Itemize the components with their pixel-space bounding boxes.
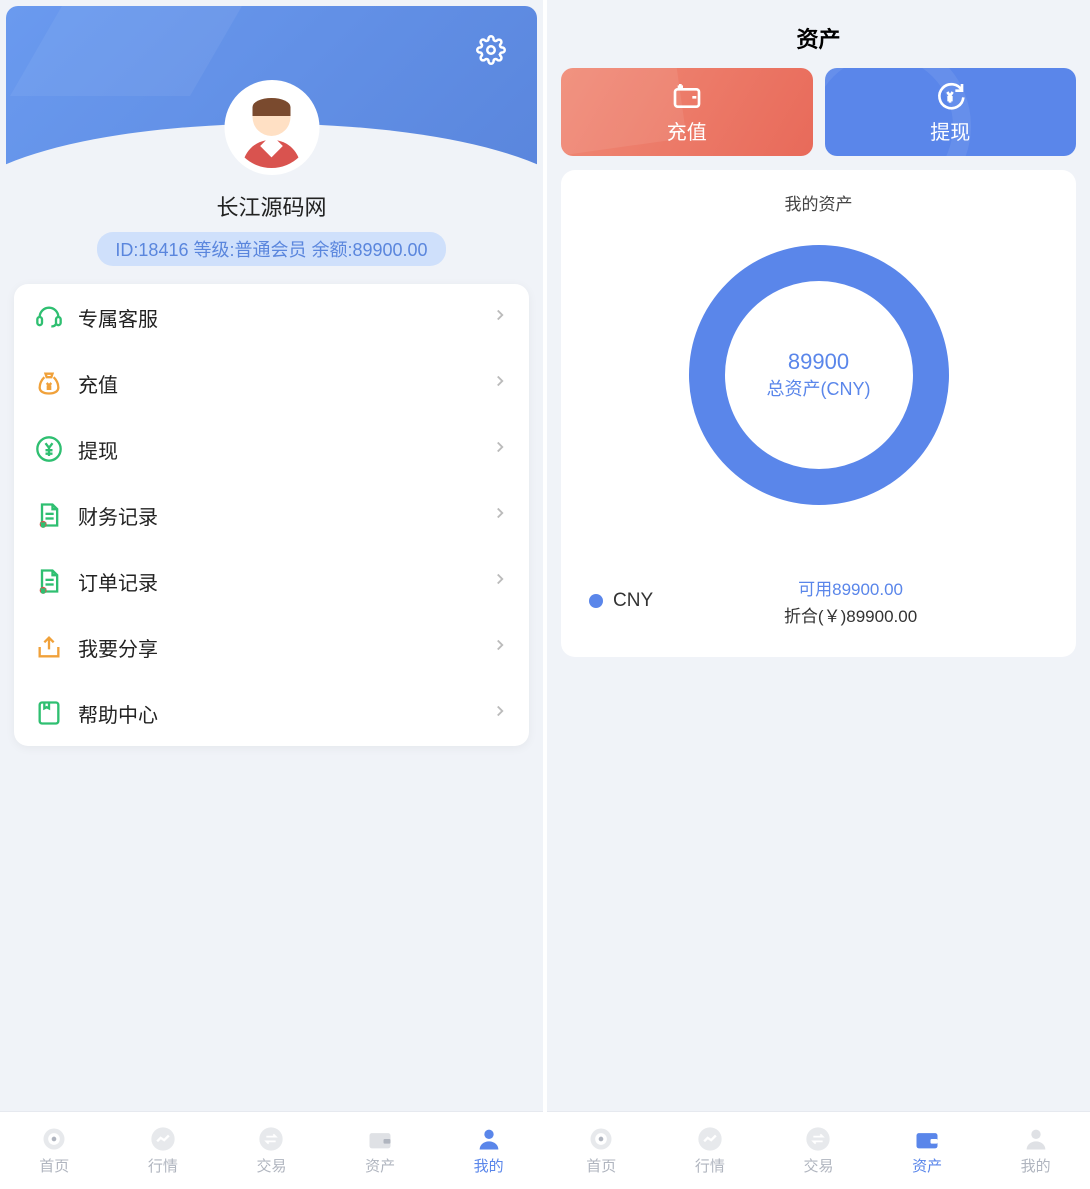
nav-trade[interactable]: 交易 (764, 1112, 873, 1189)
nav-label: 交易 (256, 1155, 286, 1176)
nav-assets[interactable]: 资产 (873, 1112, 982, 1189)
chevron-right-icon (491, 372, 509, 395)
menu-item-withdraw[interactable]: 提现 (34, 416, 509, 482)
menu-item-customer-service[interactable]: 专属客服 (34, 284, 509, 350)
bottom-nav-left: 首页 行情 交易 资产 我的 (0, 1111, 543, 1189)
chevron-right-icon (491, 504, 509, 527)
nav-label: 首页 (586, 1155, 616, 1176)
assets-title: 我的资产 (561, 190, 1076, 215)
menu-item-share[interactable]: 我要分享 (34, 614, 509, 680)
target-icon (40, 1125, 68, 1153)
menu-label: 专属客服 (78, 303, 491, 332)
wallet-icon (366, 1125, 394, 1153)
document-order-icon: ¥ (34, 566, 64, 596)
nav-label: 首页 (39, 1155, 69, 1176)
avatar[interactable] (224, 80, 319, 175)
legend-row[interactable]: CNY 可用89900.00 折合(￥)89900.00 (561, 565, 1076, 647)
menu-card: 专属客服 充值 提现 ¥ 财务记录 ¥ 订单记录 我要分享 (14, 284, 529, 746)
nav-label: 资产 (912, 1155, 942, 1176)
menu-item-finance-records[interactable]: ¥ 财务记录 (34, 482, 509, 548)
nav-trade[interactable]: 交易 (217, 1112, 326, 1189)
document-finance-icon: ¥ (34, 500, 64, 530)
button-label: 提现 (930, 116, 970, 145)
legend-currency: CNY (613, 590, 653, 612)
nav-assets[interactable]: 资产 (326, 1112, 435, 1189)
user-info-badge: ID:18416 等级:普通会员 余额:89900.00 (97, 232, 445, 266)
withdraw-button[interactable]: 提现 (825, 68, 1077, 156)
username: 长江源码网 (0, 190, 543, 222)
assets-donut-chart: 89900 总资产(CNY) (689, 245, 949, 505)
nav-profile[interactable]: 我的 (981, 1112, 1090, 1189)
headset-icon (34, 302, 64, 332)
wallet-plus-icon (671, 80, 703, 112)
person-icon (1022, 1125, 1050, 1153)
nav-label: 资产 (365, 1155, 395, 1176)
yen-refresh-icon (934, 80, 966, 112)
menu-label: 帮助中心 (78, 699, 491, 728)
legend-values: 可用89900.00 折合(￥)89900.00 (653, 575, 1048, 627)
chevron-right-icon (491, 570, 509, 593)
nav-label: 我的 (474, 1155, 504, 1176)
person-icon (475, 1125, 503, 1153)
profile-screen: 长江源码网 ID:18416 等级:普通会员 余额:89900.00 专属客服 … (0, 0, 543, 1189)
menu-label: 订单记录 (78, 567, 491, 596)
nav-profile[interactable]: 我的 (434, 1112, 543, 1189)
nav-home[interactable]: 首页 (547, 1112, 656, 1189)
trend-icon (696, 1125, 724, 1153)
assets-screen: 资产 充值 提现 我的资产 89900 总资产(CNY) CNY 可用89900… (547, 0, 1090, 1189)
book-icon (34, 698, 64, 728)
donut-center: 89900 总资产(CNY) (767, 349, 871, 401)
menu-label: 充值 (78, 369, 491, 398)
page-title: 资产 (547, 0, 1090, 68)
menu-label: 财务记录 (78, 501, 491, 530)
menu-item-help[interactable]: 帮助中心 (34, 680, 509, 746)
nav-label: 行情 (695, 1155, 725, 1176)
svg-text:¥: ¥ (42, 589, 45, 594)
exchange-icon (804, 1125, 832, 1153)
svg-text:¥: ¥ (42, 523, 45, 528)
chevron-right-icon (491, 438, 509, 461)
chevron-right-icon (491, 636, 509, 659)
exchange-icon (257, 1125, 285, 1153)
recharge-button[interactable]: 充值 (561, 68, 813, 156)
legend-dot-icon (589, 594, 603, 608)
avatar-icon (232, 88, 312, 168)
target-icon (587, 1125, 615, 1153)
legend-available: 可用89900.00 (653, 575, 1048, 600)
moneybag-icon (34, 368, 64, 398)
yen-circle-icon (34, 434, 64, 464)
chevron-right-icon (491, 702, 509, 725)
bottom-nav-right: 首页 行情 交易 资产 我的 (547, 1111, 1090, 1189)
donut-value: 89900 (767, 349, 871, 375)
nav-label: 我的 (1021, 1155, 1051, 1176)
menu-label: 我要分享 (78, 633, 491, 662)
legend-equivalent: 折合(￥)89900.00 (653, 602, 1048, 627)
share-icon (34, 632, 64, 662)
nav-market[interactable]: 行情 (109, 1112, 218, 1189)
nav-label: 行情 (148, 1155, 178, 1176)
nav-home[interactable]: 首页 (0, 1112, 109, 1189)
donut-label: 总资产(CNY) (767, 375, 871, 401)
nav-label: 交易 (803, 1155, 833, 1176)
assets-card: 我的资产 89900 总资产(CNY) CNY 可用89900.00 折合(￥)… (561, 170, 1076, 657)
trend-icon (149, 1125, 177, 1153)
chevron-right-icon (491, 306, 509, 329)
button-label: 充值 (667, 116, 707, 145)
nav-market[interactable]: 行情 (656, 1112, 765, 1189)
gear-icon (476, 35, 506, 65)
menu-item-order-records[interactable]: ¥ 订单记录 (34, 548, 509, 614)
wallet-icon (913, 1125, 941, 1153)
menu-label: 提现 (78, 435, 491, 464)
action-buttons-row: 充值 提现 (547, 68, 1090, 156)
menu-item-recharge[interactable]: 充值 (34, 350, 509, 416)
settings-button[interactable] (475, 34, 507, 66)
